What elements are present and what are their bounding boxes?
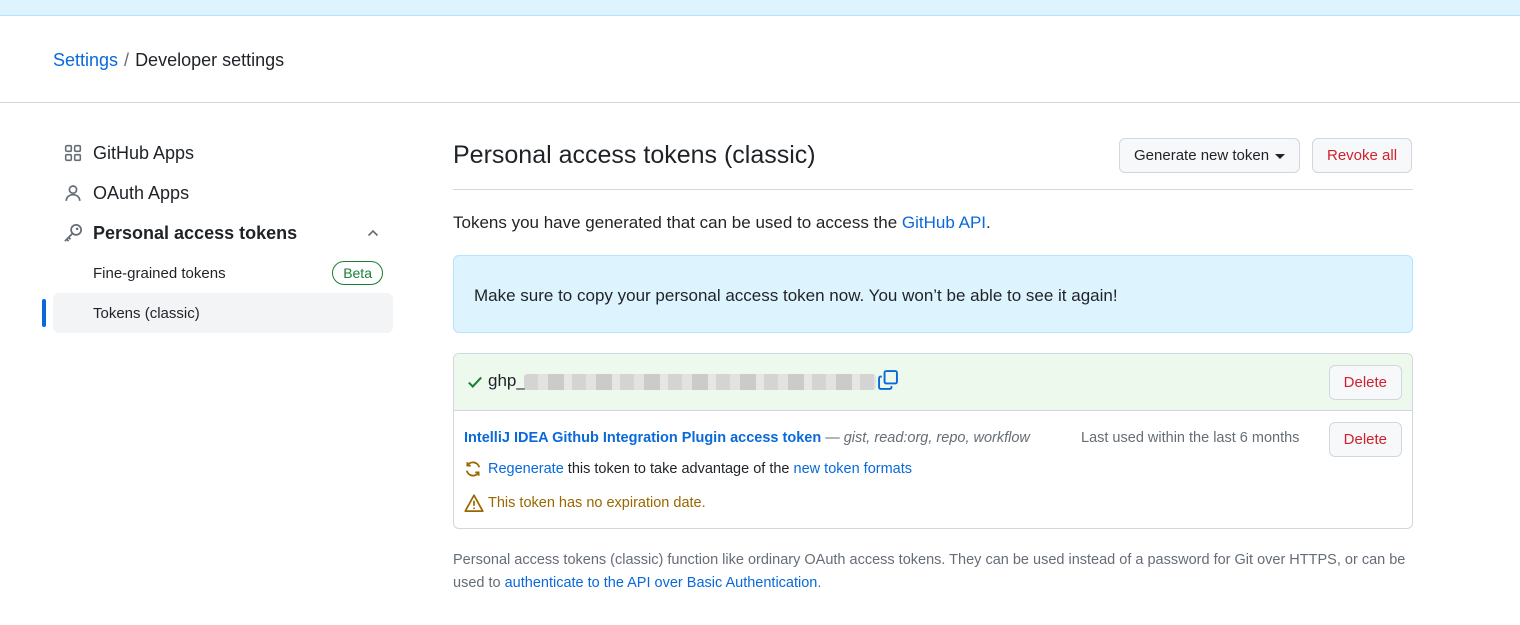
- sidebar-item-tokens-classic[interactable]: Tokens (classic): [42, 293, 393, 333]
- check-icon: [466, 373, 484, 391]
- sidebar-subitem-label: Tokens (classic): [93, 304, 200, 322]
- person-icon: [63, 183, 83, 203]
- token-last-used: Last used within the last 6 months: [1081, 430, 1300, 446]
- sidebar: GitHub Apps OAuth Apps Personal access t…: [42, 133, 393, 333]
- sidebar-item-label: GitHub Apps: [93, 142, 195, 163]
- flash-notice: Make sure to copy your personal access t…: [453, 255, 1413, 333]
- flash-message: Make sure to copy your personal access t…: [474, 286, 1118, 305]
- intro-text: Tokens you have generated that can be us…: [453, 213, 991, 233]
- expiration-warning: This token has no expiration date.: [464, 493, 706, 513]
- sidebar-item-label: Personal access tokens: [93, 222, 298, 243]
- generate-new-token-button[interactable]: Generate new token: [1119, 138, 1301, 173]
- sidebar-item-fine-grained-tokens[interactable]: Fine-grained tokens Beta: [53, 253, 393, 293]
- breadcrumb-separator: /: [124, 50, 130, 70]
- footnote: Personal access tokens (classic) functio…: [453, 549, 1413, 595]
- page-title-row: Personal access tokens (classic) Generat…: [453, 138, 1413, 190]
- token-list: ghp_ Delete IntelliJ IDEA Github Integra…: [453, 353, 1413, 529]
- sidebar-item-label: OAuth Apps: [93, 182, 190, 203]
- alert-icon: [464, 493, 484, 513]
- key-icon: [63, 223, 83, 243]
- breadcrumb: Settings / Developer settings: [53, 50, 284, 70]
- redacted-token-value: [524, 374, 876, 390]
- token-name-link[interactable]: IntelliJ IDEA Github Integration Plugin …: [464, 430, 821, 446]
- caret-down-icon: [1275, 153, 1286, 159]
- sidebar-item-oauth-apps[interactable]: OAuth Apps: [53, 173, 393, 213]
- page-title: Personal access tokens (classic): [453, 141, 816, 169]
- beta-badge: Beta: [332, 261, 383, 285]
- token-prefix[interactable]: ghp_: [488, 371, 526, 391]
- regenerate-text: this token to take advantage of the: [563, 461, 794, 477]
- delete-token-button[interactable]: Delete: [1328, 422, 1402, 457]
- expiration-warning-text: This token has no expiration date.: [488, 495, 706, 511]
- page-header: Settings / Developer settings: [0, 16, 1520, 103]
- sidebar-subitem-label: Fine-grained tokens: [93, 264, 226, 282]
- regenerate-row: Regenerate this token to take advantage …: [464, 460, 912, 478]
- regenerate-link[interactable]: Regenerate: [488, 461, 564, 477]
- copy-icon[interactable]: [877, 369, 899, 391]
- token-name-row: IntelliJ IDEA Github Integration Plugin …: [464, 430, 1030, 446]
- generate-button-label: Generate new token: [1134, 147, 1270, 164]
- sidebar-item-github-apps[interactable]: GitHub Apps: [53, 133, 393, 173]
- apps-grid-icon: [63, 143, 83, 163]
- delete-new-token-button[interactable]: Delete: [1328, 365, 1402, 400]
- chevron-up-icon[interactable]: [365, 225, 381, 241]
- sync-icon: [464, 460, 482, 478]
- intro-text-body: Tokens you have generated that can be us…: [453, 213, 902, 232]
- token-scopes: — gist, read:org, repo, workflow: [821, 430, 1030, 446]
- revoke-all-button[interactable]: Revoke all: [1312, 138, 1413, 173]
- intro-text-end: .: [986, 213, 991, 232]
- footnote-end: .: [817, 575, 822, 591]
- breadcrumb-current: Developer settings: [135, 50, 285, 70]
- active-indicator: [42, 299, 46, 327]
- basic-auth-link[interactable]: authenticate to the API over Basic Authe…: [505, 575, 818, 591]
- breadcrumb-settings-link[interactable]: Settings: [53, 50, 118, 70]
- new-token-formats-link[interactable]: new token formats: [794, 461, 912, 477]
- sidebar-item-personal-access-tokens[interactable]: Personal access tokens: [53, 213, 393, 253]
- github-api-link[interactable]: GitHub API: [902, 213, 986, 232]
- top-banner-strip: [0, 0, 1520, 16]
- new-token-row: ghp_ Delete: [454, 354, 1412, 411]
